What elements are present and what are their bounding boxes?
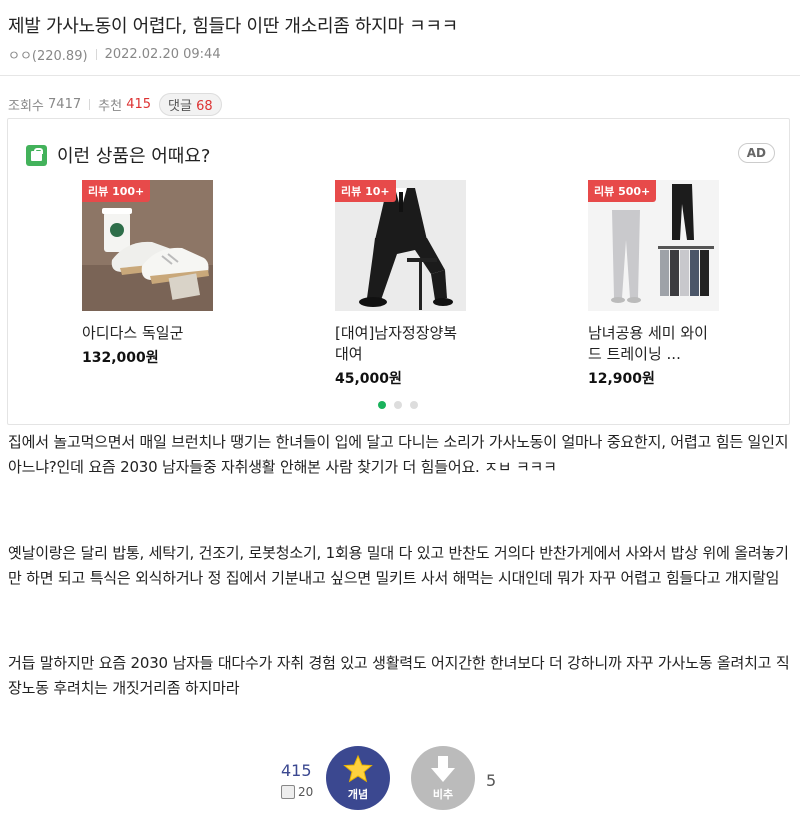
carousel-dots bbox=[378, 401, 418, 409]
product-card[interactable]: 리뷰 10+ [대여]남자정장양복대여 45,000원 bbox=[335, 180, 475, 388]
author-name[interactable]: ㅇㅇ(220.89) bbox=[8, 45, 88, 64]
product-card[interactable]: 리뷰 100+ 아디다스 독일군 132,000원 bbox=[82, 180, 222, 367]
comment-count-button[interactable]: 댓글 68 bbox=[159, 93, 222, 116]
comments-label: 댓글 bbox=[168, 99, 192, 114]
post-paragraph: 옛날이랑은 달리 밥통, 세탁기, 건조기, 로봇청소기, 1회용 밀대 다 있… bbox=[8, 544, 789, 587]
product-image[interactable]: 리뷰 10+ bbox=[335, 180, 466, 311]
downvote-count: 5 bbox=[486, 771, 497, 790]
post-stats: 조회수 7417 추천 415 댓글 68 bbox=[8, 93, 222, 116]
arrow-down-icon bbox=[431, 756, 455, 782]
fix-count: 20 bbox=[298, 785, 314, 799]
carousel-dot[interactable] bbox=[394, 401, 402, 409]
ad-header: 이런 상품은 어때요? bbox=[26, 142, 210, 168]
views-count: 7417 bbox=[48, 97, 82, 112]
views-label: 조회수 bbox=[8, 99, 44, 114]
post-title: 제발 가사노동이 어렵다, 힘들다 이딴 개소리좀 하지마 ㅋㅋㅋ bbox=[8, 16, 458, 37]
post-paragraph: 거듭 말하지만 요즘 2030 남자들 대다수가 자취 경험 있고 생활력도 어… bbox=[8, 654, 790, 697]
product-price: 12,900원 bbox=[588, 371, 655, 387]
carousel-dot[interactable] bbox=[378, 401, 386, 409]
downvote-button[interactable]: 비추 bbox=[411, 746, 475, 810]
fix-icon bbox=[281, 785, 295, 799]
meta-separator bbox=[95, 49, 97, 60]
product-image[interactable]: 리뷰 100+ bbox=[82, 180, 213, 311]
review-badge: 리뷰 500+ bbox=[588, 180, 657, 202]
recommend-label: 추천 bbox=[98, 99, 123, 114]
product-price: 132,000원 bbox=[82, 350, 159, 366]
downvote-label: 비추 bbox=[432, 788, 454, 801]
product-name[interactable]: [대여]남자정장양복대여 bbox=[335, 323, 465, 365]
comments-count: 68 bbox=[196, 99, 213, 114]
ad-badge[interactable]: AD bbox=[737, 143, 775, 163]
product-name[interactable]: 남녀공용 세미 와이드 트레이닝 ... bbox=[588, 323, 718, 365]
ad-title: 이런 상품은 어때요? bbox=[57, 146, 211, 167]
shopping-bag-icon bbox=[26, 144, 47, 166]
header-divider bbox=[0, 75, 800, 76]
post-meta: ㅇㅇ(220.89) 2022.02.20 09:44 bbox=[8, 45, 221, 64]
upvote-label: 개념 bbox=[347, 788, 369, 801]
product-price: 45,000원 bbox=[335, 371, 402, 387]
post-date: 2022.02.20 09:44 bbox=[104, 47, 221, 62]
product-card[interactable]: 리뷰 500+ 남녀공용 세미 와이드 트레이닝 ... 12,900원 bbox=[588, 180, 728, 388]
stats-separator bbox=[89, 99, 91, 110]
star-icon bbox=[343, 754, 373, 783]
recommend-count: 415 bbox=[126, 97, 152, 112]
product-image[interactable]: 리뷰 500+ bbox=[588, 180, 719, 311]
review-badge: 리뷰 10+ bbox=[335, 180, 396, 202]
ad-box: 이런 상품은 어때요? AD 리뷰 100+ 아디다스 독일군 132,000원 bbox=[7, 118, 790, 425]
carousel-dot[interactable] bbox=[410, 401, 418, 409]
upvote-button[interactable]: 개념 bbox=[326, 746, 390, 810]
upvote-count: 415 bbox=[281, 761, 312, 780]
review-badge: 리뷰 100+ bbox=[82, 180, 151, 202]
post-paragraph: 집에서 놀고먹으면서 매일 브런치나 땡기는 한녀들이 입에 달고 다니는 소리… bbox=[8, 433, 789, 476]
fixed-upvote-count: 20 bbox=[281, 785, 313, 799]
product-name[interactable]: 아디다스 독일군 bbox=[82, 323, 222, 344]
